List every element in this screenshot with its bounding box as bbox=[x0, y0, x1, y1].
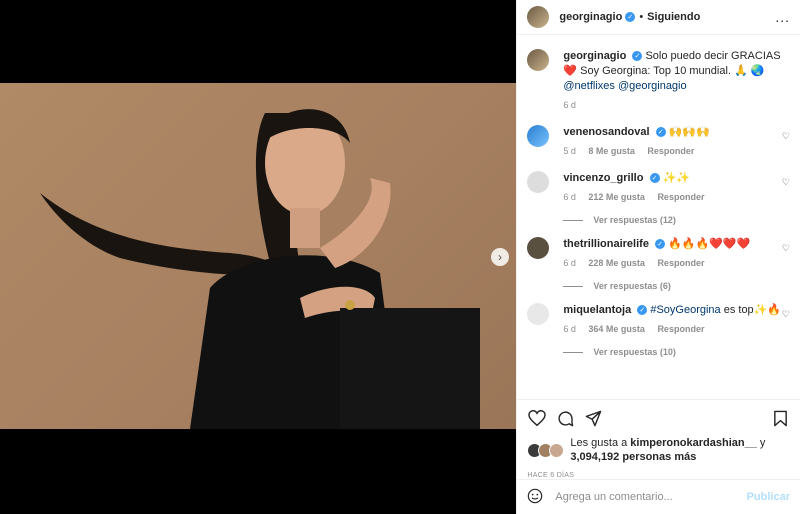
emoji-icon[interactable] bbox=[527, 488, 543, 507]
reply-button[interactable]: Responder bbox=[657, 192, 704, 202]
hashtag-link[interactable]: #SoyGeorgina bbox=[650, 304, 720, 316]
reply-button[interactable]: Responder bbox=[647, 146, 694, 156]
photo-illustration bbox=[40, 109, 480, 429]
likes-count[interactable]: 3,094,192 personas más bbox=[570, 451, 696, 463]
like-comment-icon[interactable]: ♡ bbox=[782, 309, 790, 320]
comment: vincenzo_grillo ✓ ✨✨ 6 d 212 Me gusta Re… bbox=[527, 171, 790, 205]
like-comment-icon[interactable]: ♡ bbox=[782, 131, 790, 142]
avatar[interactable] bbox=[527, 125, 550, 147]
comment-likes[interactable]: 228 Me gusta bbox=[588, 258, 645, 268]
following-button[interactable]: Siguiendo bbox=[647, 11, 700, 23]
reply-button[interactable]: Responder bbox=[657, 324, 704, 334]
comment-icon bbox=[558, 410, 574, 426]
post-details: georginagio ✓ • Siguiendo ... georginagi… bbox=[516, 0, 800, 514]
post-media: › bbox=[0, 0, 517, 514]
caption-username[interactable]: georginagio bbox=[563, 50, 626, 62]
mention-link[interactable]: @georginagio bbox=[618, 80, 687, 92]
comment-text: es top✨🔥 bbox=[720, 304, 782, 316]
separator: • bbox=[639, 11, 644, 23]
post-date: HACE 6 DÍAS bbox=[527, 472, 575, 479]
reply-button[interactable]: Responder bbox=[657, 258, 704, 268]
avatar[interactable] bbox=[527, 49, 550, 71]
publish-button[interactable]: Publicar bbox=[747, 491, 790, 503]
post-photo bbox=[0, 83, 517, 429]
share-button[interactable] bbox=[583, 408, 603, 428]
comment-composer: Publicar bbox=[517, 479, 800, 514]
comments-list: georginagio ✓ Solo puedo decir GRACIAS ❤… bbox=[517, 35, 800, 399]
avatar[interactable] bbox=[527, 6, 550, 28]
verified-icon: ✓ bbox=[655, 127, 666, 138]
more-options-icon[interactable]: ... bbox=[775, 9, 790, 25]
comment-likes[interactable]: 212 Me gusta bbox=[588, 192, 645, 202]
comment-time: 5 d bbox=[563, 146, 576, 156]
verified-icon: ✓ bbox=[632, 51, 643, 62]
comment-text: 🙌🙌🙌 bbox=[668, 126, 710, 138]
comment-time: 6 d bbox=[563, 324, 576, 334]
next-slide-button[interactable]: › bbox=[491, 248, 509, 266]
like-button[interactable] bbox=[527, 408, 547, 428]
comment-time: 6 d bbox=[563, 192, 576, 202]
comment-likes[interactable]: 8 Me gusta bbox=[588, 146, 635, 156]
comment-input[interactable] bbox=[553, 490, 747, 504]
comment-username[interactable]: vincenzo_grillo bbox=[563, 172, 643, 184]
comment-likes[interactable]: 364 Me gusta bbox=[588, 324, 645, 334]
verified-icon: ✓ bbox=[637, 305, 648, 316]
like-comment-icon[interactable]: ♡ bbox=[782, 177, 790, 188]
view-replies-button[interactable]: Ver respuestas (12) bbox=[563, 215, 790, 225]
mention-link[interactable]: @netflixes bbox=[563, 80, 615, 92]
avatar[interactable] bbox=[527, 237, 550, 259]
replies-divider bbox=[563, 219, 584, 221]
replies-divider bbox=[563, 285, 584, 287]
save-button[interactable] bbox=[770, 408, 790, 428]
view-replies-button[interactable]: Ver respuestas (6) bbox=[563, 281, 790, 291]
bookmark-icon bbox=[773, 410, 787, 426]
view-replies-label: Ver respuestas (6) bbox=[593, 281, 671, 291]
avatar[interactable] bbox=[527, 303, 550, 325]
post-modal: › georginagio ✓ • Siguiendo ... georgina… bbox=[0, 0, 800, 514]
like-comment-icon[interactable]: ♡ bbox=[782, 243, 790, 254]
avatar[interactable] bbox=[527, 171, 550, 193]
liked-by-user[interactable]: kimperonokardashian__ bbox=[630, 437, 757, 449]
comment-username[interactable]: thetrillionairelife bbox=[563, 238, 649, 250]
view-replies-label: Ver respuestas (10) bbox=[593, 347, 676, 357]
comment-text: ✨✨ bbox=[662, 172, 690, 184]
comment-username[interactable]: venenosandoval bbox=[563, 126, 649, 138]
author-username[interactable]: georginagio bbox=[559, 11, 622, 23]
comment: miquelantoja ✓ #SoyGeorgina es top✨🔥 6 d… bbox=[527, 303, 790, 337]
post-header: georginagio ✓ • Siguiendo ... bbox=[517, 0, 800, 35]
likes-prefix: Les gusta a bbox=[570, 437, 631, 449]
verified-icon: ✓ bbox=[649, 173, 660, 184]
comment: thetrillionairelife ✓ 🔥🔥🔥❤️❤️❤️ 6 d 228 … bbox=[527, 237, 790, 271]
view-replies-button[interactable]: Ver respuestas (10) bbox=[563, 347, 790, 357]
replies-divider bbox=[563, 351, 584, 353]
action-bar bbox=[517, 399, 800, 436]
caption: georginagio ✓ Solo puedo decir GRACIAS ❤… bbox=[527, 49, 790, 113]
caption-time: 6 d bbox=[563, 100, 576, 110]
avatar bbox=[549, 442, 565, 458]
likes-middle: y bbox=[756, 437, 766, 449]
view-replies-label: Ver respuestas (12) bbox=[593, 215, 676, 225]
verified-icon: ✓ bbox=[625, 12, 636, 22]
verified-icon: ✓ bbox=[655, 239, 665, 250]
comment-text: 🔥🔥🔥❤️❤️❤️ bbox=[668, 238, 751, 250]
heart-icon bbox=[528, 410, 547, 426]
comment: venenosandoval ✓ 🙌🙌🙌 5 d 8 Me gusta Resp… bbox=[527, 125, 790, 159]
likes-summary: Les gusta a kimperonokardashian__ y 3,09… bbox=[517, 436, 800, 464]
comment-button[interactable] bbox=[555, 408, 575, 428]
comment-time: 6 d bbox=[563, 258, 576, 268]
send-icon bbox=[585, 410, 602, 426]
comment-username[interactable]: miquelantoja bbox=[563, 304, 631, 316]
